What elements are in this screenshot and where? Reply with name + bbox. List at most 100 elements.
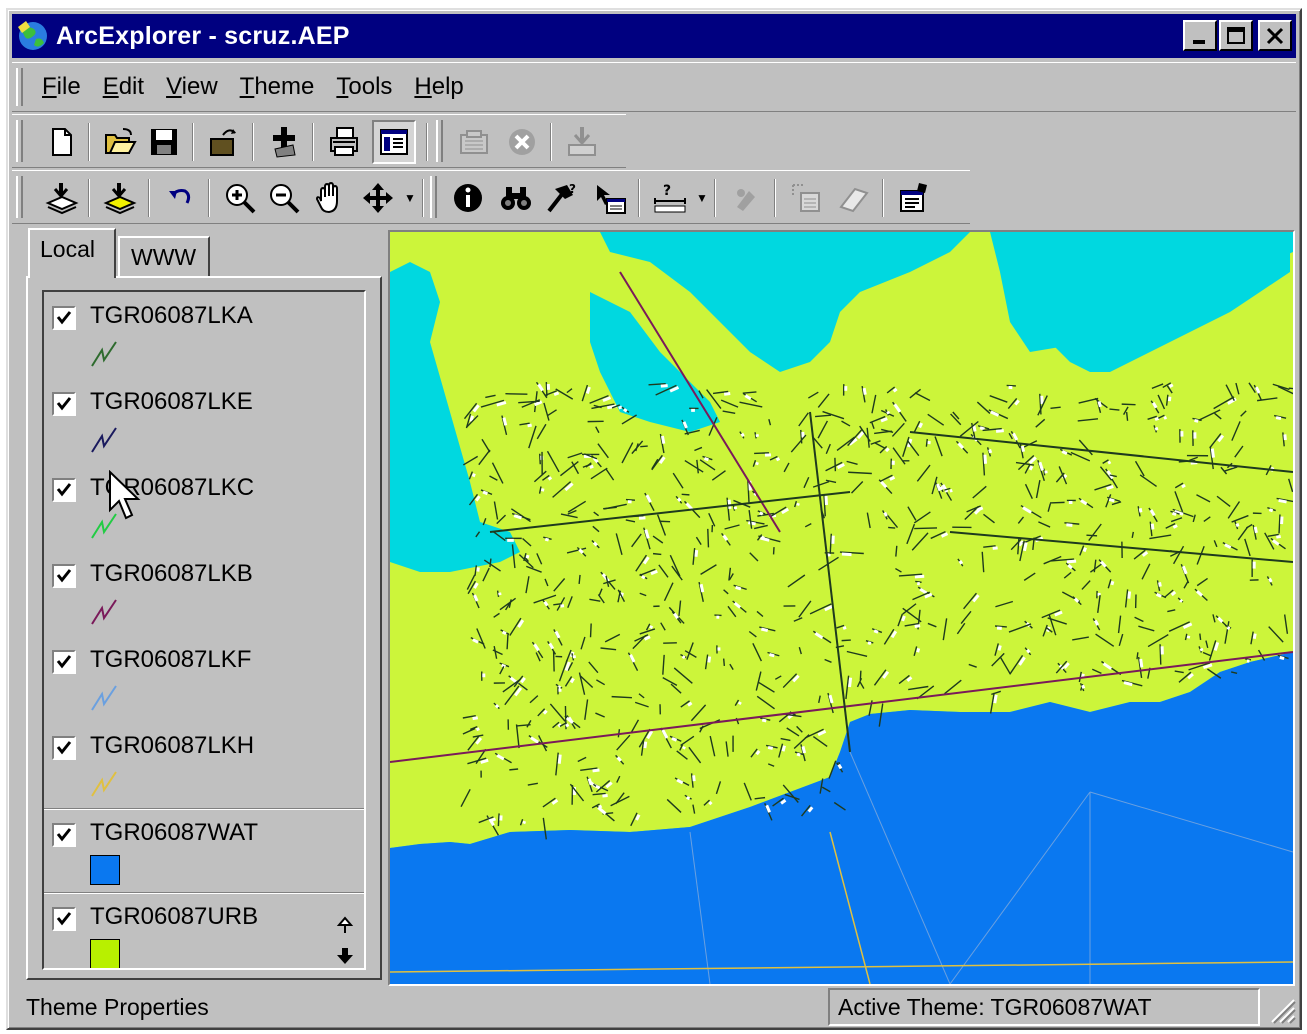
menu-edit[interactable]: Edit [103,73,144,101]
move-layer-up-icon[interactable] [334,915,356,937]
layer-row-tgr06087lkc[interactable]: TGR06087LKC [44,464,364,548]
road-segment [522,820,527,825]
measure-button[interactable]: ? [648,176,692,220]
road-segment [886,410,891,415]
road-segment [841,639,851,642]
find-button[interactable] [494,176,538,220]
measure-dropdown-arrow-icon[interactable]: ▼ [696,191,708,205]
road-segment [1154,426,1159,431]
layer-row-tgr06087urb[interactable]: TGR06087URB [44,892,364,968]
query-icon: ? [547,182,576,213]
undo-button[interactable] [158,176,202,220]
new-button[interactable] [40,120,84,164]
road-segment [1226,626,1231,630]
tab-local[interactable]: Local [28,228,116,278]
road-segment [476,567,480,572]
title-bar[interactable]: ArcExplorer - scruz.AEP [12,14,1296,58]
road-segment [1127,591,1132,599]
road-segment [539,453,541,465]
spatial-query-button[interactable] [588,176,632,220]
road-segment [1210,448,1215,458]
pan-hand-button[interactable] [308,176,352,220]
erase-icon [839,187,869,213]
legend-toggle-button[interactable] [372,120,416,164]
add-theme-button[interactable] [262,120,306,164]
road-segment [735,585,742,591]
resize-grip-icon[interactable] [1266,994,1296,1024]
add-layer-yellow-button[interactable] [98,176,142,220]
properties-button[interactable] [892,176,936,220]
map-view[interactable] [388,230,1295,986]
road-segment [1268,577,1273,583]
pan-dropdown-arrow-icon[interactable]: ▼ [404,191,416,205]
road-segment [1020,445,1025,452]
minimize-button[interactable] [1183,20,1217,51]
road-segment [755,461,759,466]
layer-row-tgr06087wat[interactable]: TGR06087WAT [44,808,364,892]
road-segment [995,429,1004,433]
road-segment [740,432,745,438]
toolbar1-grip[interactable] [16,120,23,162]
layer-list: TGR06087LKA TGR06087LKE TGR06087LKC TGR0608… [42,290,366,970]
catalog-icon [460,130,488,154]
road-segment [676,497,682,503]
checkmark-icon [56,828,72,842]
road-segment [914,527,938,530]
layer-visibility-checkbox[interactable] [52,478,76,502]
layer-visibility-checkbox[interactable] [52,823,76,847]
layer-row-tgr06087lkh[interactable]: TGR06087LKH [44,722,364,806]
minimize-icon [1193,39,1205,44]
layer-row-tgr06087lka[interactable]: TGR06087LKA [44,292,364,376]
menu-view[interactable]: View [166,73,218,101]
road-segment [1006,384,1016,387]
svg-text:?: ? [569,182,576,196]
legend-toggle-icon [380,129,408,155]
layer-row-tgr06087lkb[interactable]: TGR06087LKB [44,550,364,634]
zoom-in-button[interactable] [218,176,262,220]
toolbar2b-grip[interactable] [430,176,437,218]
layer-visibility-checkbox[interactable] [52,306,76,330]
road-segment [589,623,592,638]
add-layer-yellow-icon [103,183,137,215]
undo-icon [169,189,191,204]
map-canvas[interactable] [390,232,1293,984]
identify-button[interactable] [446,176,490,220]
add-layer-button[interactable] [40,176,84,220]
close-button[interactable] [1258,20,1292,51]
layer-row-tgr06087lke[interactable]: TGR06087LKE [44,378,364,462]
menu-theme[interactable]: Theme [240,73,315,101]
pan-button[interactable] [356,176,400,220]
polygon-symbol-swatch [90,939,120,968]
menu-file[interactable]: File [42,73,81,101]
road-segment [737,701,742,705]
save-button[interactable] [142,120,186,164]
toolbar2-grip[interactable] [16,176,23,218]
layer-visibility-checkbox[interactable] [52,736,76,760]
layer-row-tgr06087lkf[interactable]: TGR06087LKF [44,636,364,720]
tab-www[interactable]: WWW [118,236,210,276]
layer-name: TGR06087LKH [90,732,255,759]
add-theme-icon [273,127,296,158]
menu-help[interactable]: Help [414,73,463,101]
layer-visibility-checkbox[interactable] [52,392,76,416]
move-layer-down-icon[interactable] [334,945,356,967]
query-button[interactable]: ? [540,176,584,220]
open-theme-button[interactable] [202,120,246,164]
road-segment [988,448,993,454]
layer-visibility-checkbox[interactable] [52,564,76,588]
menu-tools[interactable]: Tools [336,73,392,101]
maximize-button[interactable] [1219,20,1253,51]
open-button[interactable] [98,120,142,164]
road-segment [1276,534,1281,539]
road-segment [557,754,562,764]
road-segment [1121,403,1136,406]
toolbar1b-grip[interactable] [436,120,443,162]
zoom-out-button[interactable] [262,176,306,220]
layer-visibility-checkbox[interactable] [52,650,76,674]
road-segment [1061,450,1068,456]
road-segment [796,752,801,757]
road-segment [1097,400,1102,408]
menubar-grip[interactable] [16,68,23,106]
print-button[interactable] [322,120,366,164]
layer-visibility-checkbox[interactable] [52,907,76,931]
